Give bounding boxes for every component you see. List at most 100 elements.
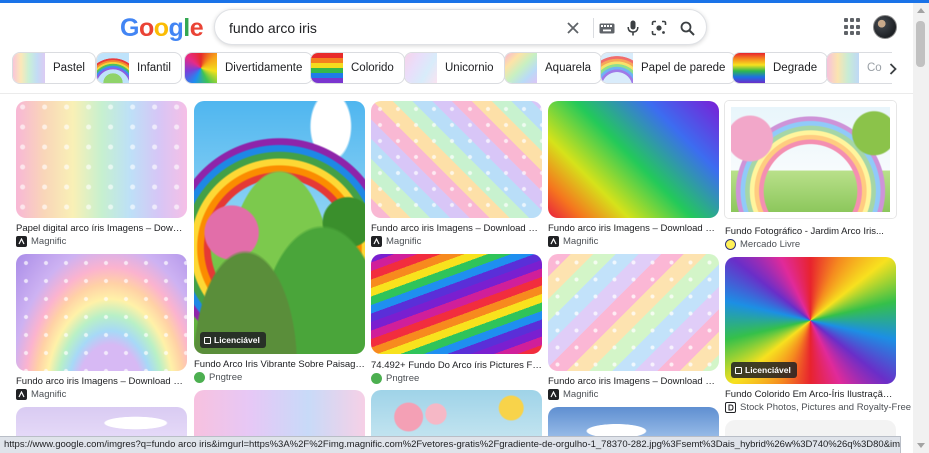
pngtree-favicon-icon bbox=[371, 373, 382, 384]
result-source-name: Magnific bbox=[31, 236, 67, 247]
avatar[interactable] bbox=[873, 15, 897, 39]
image-result[interactable]: Fundo arco iris Imagens – Download Grát.… bbox=[548, 254, 719, 400]
logo-letter: o bbox=[138, 14, 154, 42]
magnific-favicon-icon bbox=[16, 389, 27, 400]
pngtree-favicon-icon bbox=[194, 372, 205, 383]
magnific-favicon-icon bbox=[548, 236, 559, 247]
header-divider bbox=[0, 93, 913, 94]
image-result[interactable] bbox=[371, 390, 542, 450]
image-result[interactable] bbox=[194, 390, 365, 450]
chip-papel-de-parede[interactable]: Papel de parede bbox=[600, 52, 737, 84]
result-source: Pngtree bbox=[371, 373, 419, 384]
result-source: Mercado Livre bbox=[725, 239, 800, 250]
result-title: Papel digital arco íris Imagens – Downlo… bbox=[16, 223, 187, 234]
mercado-livre-favicon-icon bbox=[725, 239, 736, 250]
scroll-up-icon[interactable] bbox=[917, 8, 925, 13]
chip-thumbnail bbox=[733, 53, 765, 83]
result-source: Pngtree bbox=[194, 372, 242, 383]
google-logo[interactable]: Google bbox=[120, 14, 204, 43]
result-thumbnail bbox=[548, 254, 719, 371]
search-icon[interactable] bbox=[677, 18, 697, 38]
chip-thumbnail bbox=[505, 53, 537, 83]
result-title: 74.492+ Fundo Do Arco íris Pictures Foto… bbox=[371, 360, 542, 371]
result-title: Fundo arco iris Imagens – Download Grát.… bbox=[548, 376, 719, 387]
apps-grid-icon[interactable] bbox=[844, 18, 862, 36]
image-result[interactable]: Licenciável Fundo Arco Iris Vibrante Sob… bbox=[194, 101, 365, 384]
chip-thumbnail bbox=[405, 53, 437, 83]
chip-thumbnail bbox=[13, 53, 45, 83]
result-source-name: Pngtree bbox=[386, 373, 420, 384]
image-result[interactable]: 74.492+ Fundo Do Arco íris Pictures Foto… bbox=[371, 254, 542, 384]
microphone-icon[interactable] bbox=[623, 18, 643, 38]
search-input[interactable] bbox=[229, 18, 549, 38]
result-title: Fundo Fotográfico - Jardim Arco Iris... bbox=[725, 226, 884, 237]
top-accent-bar bbox=[0, 0, 929, 3]
logo-letter: G bbox=[120, 14, 139, 42]
logo-letter: o bbox=[153, 14, 169, 42]
chip-infantil[interactable]: Infantil bbox=[96, 52, 182, 84]
chip-thumbnail bbox=[827, 53, 859, 83]
chip-colorido[interactable]: Colorido bbox=[310, 52, 405, 84]
result-source: Magnific bbox=[16, 389, 66, 400]
scroll-down-icon[interactable] bbox=[917, 443, 925, 448]
dreamstime-favicon-icon bbox=[725, 402, 736, 413]
magnific-favicon-icon bbox=[371, 236, 382, 247]
chip-label: Pastel bbox=[53, 62, 85, 74]
magnific-favicon-icon bbox=[548, 389, 559, 400]
result-thumbnail bbox=[371, 254, 542, 354]
image-result[interactable]: Licenciável Fundo Colorido Em Arco-Íris … bbox=[725, 257, 911, 413]
result-source: Magnific bbox=[16, 236, 66, 247]
chip-aquarela[interactable]: Aquarela bbox=[504, 52, 603, 84]
result-thumbnail bbox=[16, 101, 187, 218]
image-result[interactable]: Papel digital arco íris Imagens – Downlo… bbox=[16, 101, 187, 247]
chip-label: Degrade bbox=[773, 62, 818, 74]
licensable-badge: Licenciável bbox=[731, 362, 797, 378]
image-result[interactable] bbox=[725, 420, 896, 450]
badge-label: Licenciável bbox=[745, 365, 791, 375]
result-thumbnail bbox=[371, 101, 542, 218]
close-icon[interactable] bbox=[563, 18, 583, 38]
logo-letter: e bbox=[189, 14, 204, 42]
chip-thumbnail bbox=[97, 53, 129, 83]
result-source-name: Stock Photos, Pictures and Royalty-Free bbox=[740, 402, 912, 413]
result-title: Fundo Colorido Em Arco-Íris Ilustração d… bbox=[725, 389, 896, 400]
chip-thumbnail bbox=[601, 53, 633, 83]
result-thumbnail: Licenciável bbox=[725, 257, 896, 384]
chevron-right-icon[interactable] bbox=[884, 58, 902, 80]
chip-pastel[interactable]: Pastel bbox=[12, 52, 96, 84]
camera-lens-icon[interactable] bbox=[649, 18, 669, 38]
license-icon bbox=[204, 336, 211, 344]
result-source: Stock Photos, Pictures and Royalty-Free bbox=[725, 402, 911, 413]
result-source: Magnific bbox=[548, 236, 598, 247]
page-scrollbar[interactable] bbox=[913, 3, 929, 453]
search-divider bbox=[593, 18, 594, 38]
result-title: Fundo Arco Iris Vibrante Sobre Paisagem.… bbox=[194, 359, 365, 370]
chip-label: Papel de parede bbox=[641, 62, 726, 74]
result-source: Magnific bbox=[548, 389, 598, 400]
result-title: Fundo arco iris Imagens – Download Grát.… bbox=[16, 376, 187, 387]
image-result[interactable]: Fundo arco iris Imagens – Download Grát.… bbox=[371, 101, 542, 247]
magnific-favicon-icon bbox=[16, 236, 27, 247]
result-source-name: Magnific bbox=[31, 389, 67, 400]
chip-label: Colorido bbox=[351, 62, 394, 74]
chip-unicornio[interactable]: Unicornio bbox=[404, 52, 505, 84]
search-box[interactable] bbox=[214, 9, 707, 45]
image-result[interactable] bbox=[548, 407, 719, 447]
chip-thumbnail bbox=[311, 53, 343, 83]
chip-degrade[interactable]: Degrade bbox=[732, 52, 829, 84]
result-source: Magnific bbox=[371, 236, 421, 247]
keyboard-icon[interactable] bbox=[597, 18, 617, 38]
image-result[interactable]: Fundo Fotográfico - Jardim Arco Iris... … bbox=[725, 101, 896, 250]
chip-partial[interactable]: Co bbox=[826, 52, 892, 84]
result-thumbnail bbox=[725, 101, 896, 218]
image-result[interactable]: Fundo arco iris Imagens – Download Grát.… bbox=[16, 254, 187, 400]
chip-label: Aquarela bbox=[545, 62, 592, 74]
chip-divertidamente[interactable]: Divertidamente bbox=[184, 52, 314, 84]
filter-chips: Pastel Infantil Divertidamente Colorido … bbox=[12, 52, 892, 85]
result-source-name: Magnific bbox=[386, 236, 422, 247]
image-result[interactable] bbox=[16, 407, 187, 447]
chip-label: Unicornio bbox=[445, 62, 494, 74]
badge-label: Licenciável bbox=[214, 335, 260, 345]
scrollbar-thumb[interactable] bbox=[916, 21, 925, 67]
image-result[interactable]: Fundo arco iris Imagens – Download Grát.… bbox=[548, 101, 719, 247]
